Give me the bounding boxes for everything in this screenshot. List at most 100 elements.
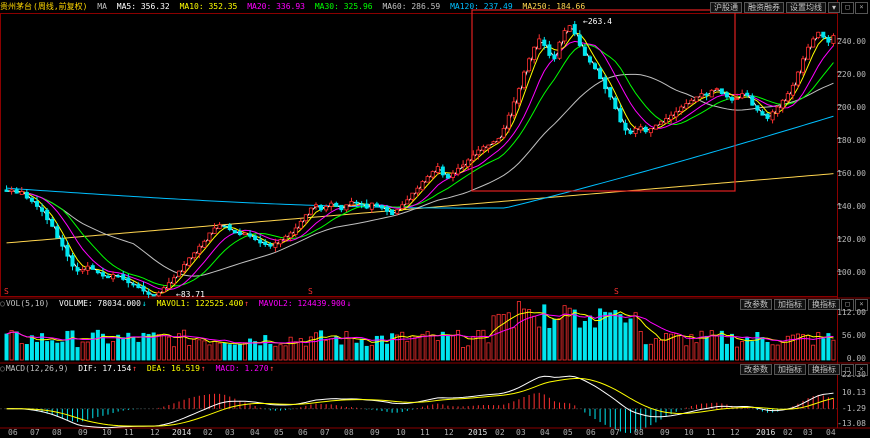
volume-bar	[750, 341, 755, 361]
candle-body	[430, 171, 435, 178]
price-tick: 100.00	[837, 268, 866, 277]
volume-bar	[684, 345, 689, 361]
candle-body	[714, 88, 719, 91]
volume-bar	[415, 337, 420, 361]
candle-body	[308, 207, 313, 215]
macd-switch-indicator-button[interactable]: 换指标	[808, 364, 840, 375]
candle-body	[567, 25, 572, 32]
vol-tick: 56.00	[841, 331, 866, 340]
maximize-icon[interactable]: □	[841, 2, 854, 14]
candle-body	[106, 275, 111, 279]
candle-body	[60, 238, 65, 247]
time-tick: 12	[444, 428, 454, 437]
candle-body	[481, 146, 486, 151]
candle-body	[425, 176, 430, 183]
volume-bar	[65, 330, 70, 361]
volume-bar	[714, 335, 719, 361]
volume-bar	[537, 326, 542, 361]
time-tick: 07	[610, 428, 620, 437]
ma250-value: MA250: 184.66	[522, 2, 586, 11]
macd-add-indicator-button[interactable]: 加指标	[774, 364, 806, 375]
candle-body	[227, 224, 232, 231]
candle-body	[313, 204, 318, 207]
candle-body	[664, 118, 669, 124]
candle-body	[293, 227, 298, 235]
dropdown-arrow-icon[interactable]: ▾	[827, 2, 840, 13]
candle-body	[450, 172, 455, 178]
candle-body	[623, 122, 628, 131]
candle-body	[694, 96, 699, 102]
volume-bar	[364, 345, 369, 361]
candle-body	[811, 38, 816, 48]
volume-bar	[572, 309, 577, 361]
candle-body	[486, 144, 491, 149]
volume-bar	[552, 318, 557, 361]
macd-dif: DIF: 17.154	[78, 364, 132, 373]
volume-bar	[324, 340, 329, 361]
candle-body	[593, 63, 598, 70]
volume-bar	[653, 338, 658, 361]
time-tick: 03	[225, 428, 235, 437]
volume-bar	[461, 347, 466, 361]
candle-body	[177, 270, 182, 277]
margin-trading-button[interactable]: 融资融券	[743, 2, 784, 13]
stock-name: 贵州茅台	[0, 2, 32, 11]
volume-bar	[95, 329, 100, 361]
candle-body	[95, 270, 100, 274]
time-tick: 12	[730, 428, 740, 437]
candle-body	[775, 106, 780, 114]
candle-body	[730, 97, 735, 101]
candle-body	[4, 189, 9, 192]
volume-bar	[486, 342, 491, 361]
volume-bar	[476, 330, 481, 361]
volume-bar	[237, 344, 242, 361]
volume-bar	[171, 346, 176, 361]
volume-bar	[821, 338, 826, 361]
volume-bar	[780, 341, 785, 361]
set-ma-button[interactable]: 设置均线	[785, 2, 826, 13]
time-tick: 05	[563, 428, 573, 437]
candle-body	[197, 245, 202, 254]
candle-body	[653, 124, 658, 130]
candle-body	[689, 99, 694, 105]
candle-body	[795, 71, 800, 86]
candle-body	[248, 233, 253, 237]
volume-bar	[207, 344, 212, 361]
vol-edit-params-button[interactable]: 改参数	[740, 299, 772, 310]
time-tick: 09	[660, 428, 670, 437]
volume-bar	[263, 335, 268, 361]
candle-body	[19, 191, 24, 195]
candle-body	[131, 283, 136, 286]
candle-body	[329, 202, 334, 207]
volume-bar	[430, 334, 435, 361]
candle-body	[273, 242, 278, 248]
shanghai-connect-button[interactable]: 沪股通	[709, 2, 742, 13]
time-tick: 02	[783, 428, 793, 437]
vol-add-indicator-button[interactable]: 加指标	[774, 299, 806, 310]
macd-edit-params-button[interactable]: 改参数	[740, 364, 772, 375]
volume-bar	[339, 344, 344, 361]
candle-body	[496, 138, 501, 143]
volume-bar	[755, 332, 760, 361]
candle-body	[207, 232, 212, 241]
close-icon[interactable]: ×	[855, 2, 868, 14]
candle-body	[24, 191, 29, 199]
price-tick: 200.00	[837, 103, 866, 112]
candle-body	[527, 58, 532, 72]
time-tick: 10	[102, 428, 112, 437]
vol-switch-indicator-button[interactable]: 换指标	[808, 299, 840, 310]
vol-toolbar: 改参数 加指标 换指标	[740, 299, 840, 310]
volume-bar	[192, 338, 197, 361]
candle-body	[608, 87, 613, 98]
candle-body	[532, 46, 537, 60]
volume-bar	[608, 312, 613, 361]
arrow-up-icon: ↑	[244, 299, 250, 308]
volume-bar	[618, 314, 623, 361]
candle-body	[719, 88, 724, 95]
top-toolbar: 沪股通 融资融券 设置均线 ▾	[709, 2, 840, 13]
candle-body	[100, 272, 105, 277]
volume-bar	[202, 340, 207, 361]
candle-body	[217, 224, 222, 229]
time-tick: 06	[8, 428, 18, 437]
time-tick: 07	[30, 428, 40, 437]
